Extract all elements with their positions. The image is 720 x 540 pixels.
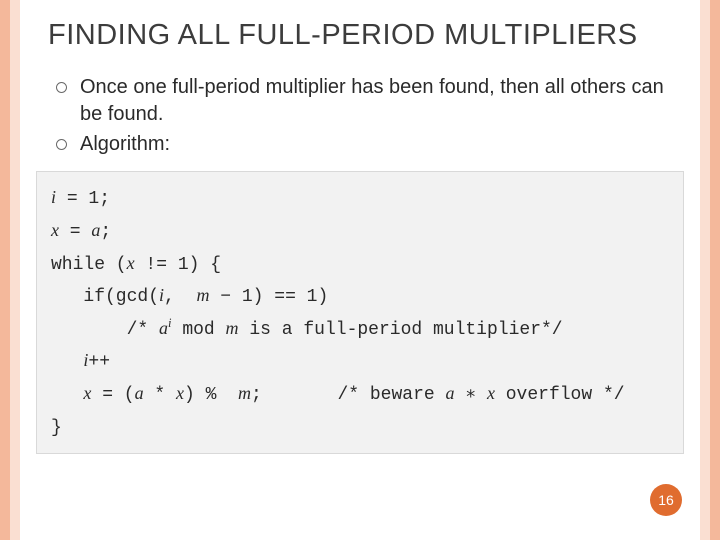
page-number-badge: 16 xyxy=(650,484,682,516)
code-kw: * xyxy=(144,385,176,405)
code-var: x xyxy=(487,383,495,403)
right-stripe-inner xyxy=(700,0,710,540)
code-op: = 1; xyxy=(56,189,110,209)
code-comment: is a full-period multiplier*/ xyxy=(239,320,563,340)
code-var: a xyxy=(135,383,144,403)
code-line: while (x != 1) { xyxy=(51,248,669,281)
code-var: m xyxy=(238,383,251,403)
code-kw xyxy=(51,352,83,372)
code-var: a xyxy=(159,318,168,338)
list-item: Algorithm: xyxy=(56,131,672,157)
code-kw: ++ xyxy=(88,352,110,372)
code-kw xyxy=(51,385,83,405)
code-kw: } xyxy=(51,418,62,438)
code-var: x xyxy=(51,220,59,240)
code-op: ; xyxy=(100,222,111,242)
code-kw: = ( xyxy=(91,385,134,405)
code-line: } xyxy=(51,411,669,444)
code-line: i++ xyxy=(51,345,669,378)
code-var: x xyxy=(176,383,184,403)
code-line: x = a; xyxy=(51,215,669,248)
code-var: m xyxy=(226,318,239,338)
algorithm-code-block: i = 1; x = a; while (x != 1) { if(gcd(i,… xyxy=(36,171,684,454)
code-kw: while ( xyxy=(51,255,127,275)
code-line: i = 1; xyxy=(51,182,669,215)
code-var: x xyxy=(127,253,135,273)
left-stripe-inner xyxy=(10,0,20,540)
code-line: if(gcd(i, m − 1) == 1) xyxy=(51,280,669,313)
code-kw: − 1) == 1) xyxy=(209,287,328,307)
code-comment: overflow */ xyxy=(495,385,625,405)
code-comment: mod xyxy=(172,320,226,340)
page-number: 16 xyxy=(658,492,674,508)
code-comment: ; /* beware xyxy=(251,385,445,405)
code-line: x = (a * x) % m; /* beware a ∗ x overflo… xyxy=(51,378,669,411)
code-var: m xyxy=(196,285,209,305)
slide-title: FINDING ALL FULL-PERIOD MULTIPLIERS xyxy=(48,18,672,52)
code-comment: ∗ xyxy=(454,385,486,405)
code-comment: /* xyxy=(51,320,159,340)
list-item: Once one full-period multiplier has been… xyxy=(56,74,672,127)
code-op: = xyxy=(59,222,91,242)
code-kw: != 1) { xyxy=(135,255,221,275)
slide-content: FINDING ALL FULL-PERIOD MULTIPLIERS Once… xyxy=(20,0,700,540)
code-kw: if(gcd( xyxy=(51,287,159,307)
code-line: /* ai mod m is a full-period multiplier*… xyxy=(51,313,669,346)
right-stripe-outer xyxy=(710,0,720,540)
left-stripe-outer xyxy=(0,0,10,540)
code-kw: , xyxy=(164,287,196,307)
code-kw: ) % xyxy=(184,385,238,405)
bullet-list: Once one full-period multiplier has been… xyxy=(48,74,672,157)
